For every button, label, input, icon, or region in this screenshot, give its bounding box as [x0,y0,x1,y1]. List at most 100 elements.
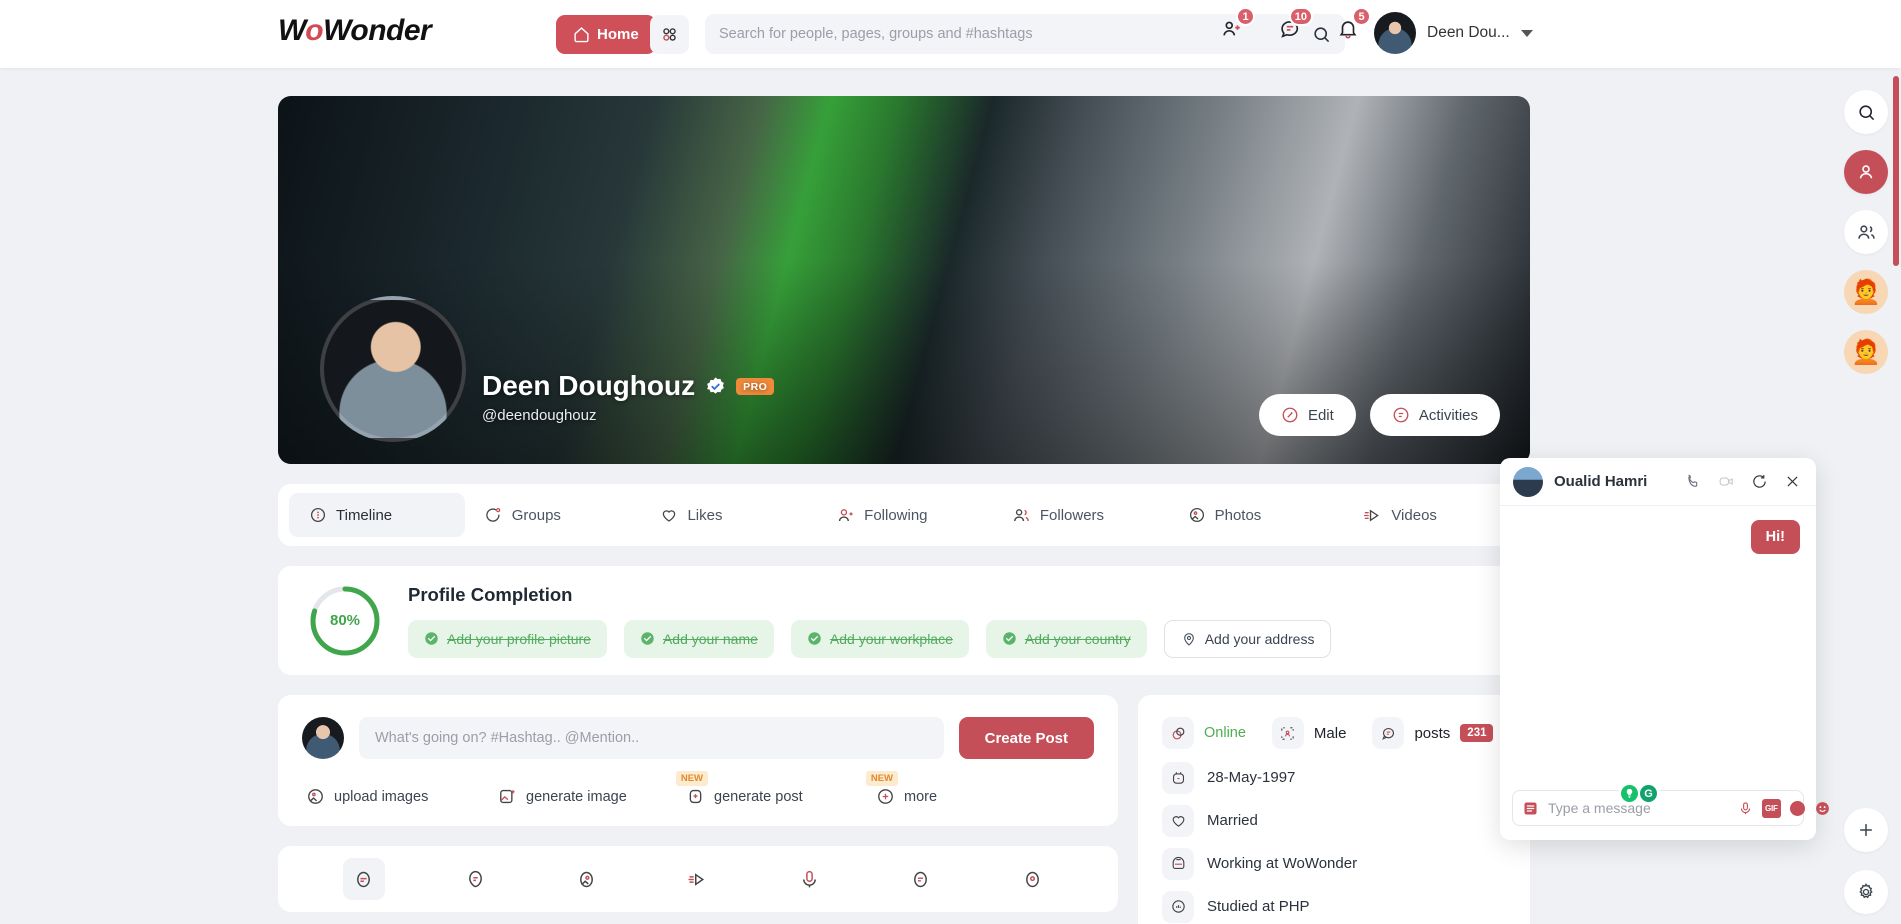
info-row-education: Studied at PHP [1162,885,1506,924]
chip-label: Add your workplace [829,630,953,647]
grammarly-lightbulb-icon[interactable] [1621,785,1638,802]
chat-footer: GIF G [1500,780,1829,840]
tab-photos[interactable]: Photos [1168,493,1344,537]
video-call-icon[interactable] [1715,473,1737,490]
rail-contact-avatar-2[interactable]: 🧑‍🦰 [1844,330,1888,374]
record-icon[interactable] [1789,799,1805,818]
post-column: Create Post upload images generate image… [278,695,1118,924]
chip-profile-picture[interactable]: Add your profile picture [408,619,607,658]
notifications-bell-icon[interactable]: 5 [1334,7,1371,44]
apps-grid-button[interactable] [650,15,689,54]
cover-actions: Edit Activities [1258,394,1500,436]
post-type-text[interactable] [308,858,419,900]
more-tool[interactable]: more [876,787,937,806]
user-menu[interactable]: Deen Dou... [1374,12,1533,54]
check-circle-icon [641,632,654,645]
rail-contact-avatar-1[interactable]: 🧑‍🦰 [1844,270,1888,314]
post-input[interactable] [359,717,944,759]
microphone-icon[interactable] [1738,799,1753,818]
upload-images-tool[interactable]: upload images [306,787,498,806]
post-type-location[interactable] [977,858,1088,900]
home-icon [574,27,589,43]
rail-search-icon[interactable] [1844,90,1888,134]
messages-badge: 10 [1288,7,1313,26]
gender-icon [1281,726,1295,740]
chat-avatar[interactable] [1513,466,1543,497]
create-post-card: Create Post upload images generate image… [278,695,1118,826]
profile-avatar[interactable] [320,296,466,442]
text-format-icon[interactable] [1522,799,1539,818]
avatar[interactable] [1374,12,1416,54]
tab-groups[interactable]: Groups [465,493,641,537]
new-badge: NEW [865,771,898,786]
grammarly-widget[interactable]: G [1618,783,1660,804]
tab-following[interactable]: Following [816,493,992,537]
home-button[interactable]: Home [556,15,656,54]
page-scrollbar[interactable] [1893,76,1899,266]
status-icon [1172,727,1184,739]
chip-country[interactable]: Add your country [985,619,1147,658]
post-type-image[interactable] [531,858,642,900]
search-icon [1858,104,1874,120]
heart-icon [1172,816,1184,827]
groups-icon [486,507,500,522]
main-column: Deen Doughouz PRO @deendoughouz Edit Act… [278,96,1530,924]
generate-image-tool[interactable]: generate image NEW [498,771,708,806]
info-row-relationship: Married [1162,799,1506,842]
tab-followers[interactable]: Followers [992,493,1168,537]
tab-timeline[interactable]: Timeline [289,493,465,537]
chip-name[interactable]: Add your name [623,619,774,658]
friend-requests-icon[interactable]: 1 [1218,7,1255,44]
check-circle-icon [425,632,438,645]
rail-profile-icon[interactable] [1844,150,1888,194]
heart-icon [663,510,676,522]
sticker-post-icon [468,870,482,887]
emoji-icon[interactable] [1814,799,1831,818]
video-icon [1364,508,1380,522]
post-type-file[interactable] [865,858,976,900]
avatar [302,717,344,759]
profile-identity: Deen Doughouz PRO @deendoughouz [482,370,775,424]
birthday-icon-box [1162,761,1194,794]
chat-message-outgoing: Hi! [1750,520,1800,554]
plus-icon [1860,824,1872,836]
gender-icon-box [1271,717,1304,749]
user-icon [1859,165,1873,179]
tab-followers-label: Followers [1039,506,1105,524]
post-type-sticker[interactable] [419,858,530,900]
relationship-value: Married [1207,812,1258,829]
create-post-button[interactable]: Create Post [958,717,1094,759]
info-column: Online Male posts 231 28-May-1997 Marrie… [1138,695,1530,924]
chip-workplace[interactable]: Add your workplace [790,619,969,658]
close-icon[interactable] [1781,473,1803,490]
tab-videos[interactable]: Videos [1343,493,1519,537]
tab-likes[interactable]: Likes [640,493,816,537]
completion-percent: 80% [329,612,361,629]
chip-address[interactable]: Add your address [1163,619,1332,658]
chat-messages: Hi! [1500,506,1816,780]
gif-icon[interactable]: GIF [1762,798,1781,818]
post-type-video[interactable] [642,858,753,900]
wowonder-logo[interactable]: WoWonder [278,14,432,48]
messages-icon[interactable]: 10 [1276,7,1313,44]
phone-call-icon[interactable] [1682,473,1704,490]
new-chat-plus-icon[interactable] [1844,808,1888,852]
post-type-audio[interactable] [754,858,865,900]
generate-post-tool[interactable]: generate post NEW [686,771,898,806]
edit-button[interactable]: Edit [1258,394,1356,436]
location-pin-icon [1183,632,1194,646]
chat-widget: Oualid Hamri Hi! Type a message GIF G [1500,458,1829,840]
lower-section: Create Post upload images generate image… [278,695,1530,924]
tab-groups-label: Groups [511,506,561,524]
rail-friends-icon[interactable] [1844,210,1888,254]
file-post-icon [914,871,928,887]
refresh-icon[interactable] [1748,473,1770,490]
tab-timeline-label: Timeline [336,506,393,524]
photo-icon [1189,507,1204,523]
chat-settings-gear-icon[interactable] [1844,870,1888,914]
activities-button[interactable]: Activities [1369,394,1500,436]
chevron-down-icon[interactable] [1520,29,1533,37]
posts-icon [1382,727,1394,740]
grammarly-logo-icon[interactable]: G [1640,785,1657,802]
briefcase-icon-box [1162,847,1194,880]
